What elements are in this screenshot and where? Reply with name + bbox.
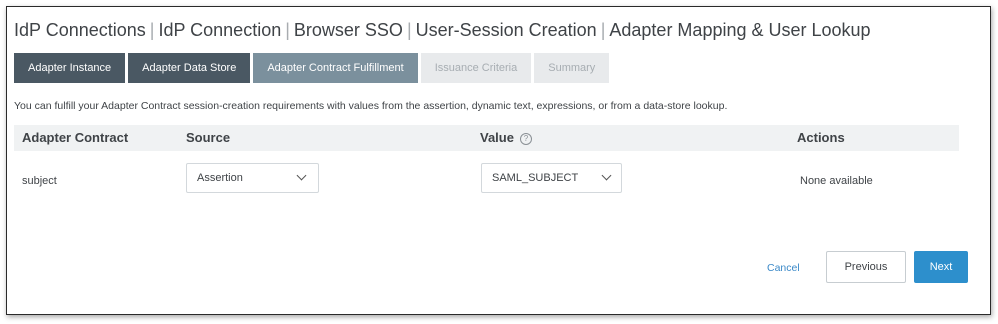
breadcrumb-separator: |	[600, 20, 606, 40]
tab-adapter-data-store[interactable]: Adapter Data Store	[128, 53, 251, 83]
info-icon[interactable]: ?	[519, 133, 532, 145]
source-select-value: Assertion	[197, 172, 243, 184]
cancel-button[interactable]: Cancel	[767, 262, 800, 274]
breadcrumb-item-adapter-mapping: Adapter Mapping & User Lookup	[609, 20, 871, 40]
breadcrumb-separator: |	[285, 20, 290, 40]
breadcrumb-item-idp-connection[interactable]: IdP Connection	[158, 20, 281, 40]
cell-actions: None available	[800, 175, 873, 187]
wizard-tabs: Adapter Instance Adapter Data Store Adap…	[14, 53, 612, 83]
chevron-down-icon	[296, 170, 307, 181]
value-select-value: SAML_SUBJECT	[492, 172, 579, 184]
breadcrumb-item-browser-sso[interactable]: Browser SSO	[294, 20, 403, 40]
column-header-value: Value?	[480, 125, 532, 151]
chevron-down-icon	[601, 170, 612, 181]
column-header-value-label: Value	[480, 130, 514, 145]
column-header-source: Source	[186, 130, 231, 145]
breadcrumb-separator: |	[406, 20, 412, 40]
breadcrumb: IdP Connections | IdP Connection | Browser S…	[14, 20, 871, 41]
column-header-actions: Actions	[797, 130, 845, 145]
tab-summary: Summary	[534, 53, 610, 83]
column-header-adapter-contract: Adapter Contract	[22, 130, 129, 145]
tab-issuance-criteria: Issuance Criteria	[420, 53, 532, 83]
tab-adapter-instance[interactable]: Adapter Instance	[14, 53, 126, 83]
cell-adapter-contract: subject	[22, 175, 57, 187]
breadcrumb-separator: |	[149, 20, 155, 40]
info-text: You can fulfill your Adapter Contract se…	[14, 100, 728, 112]
previous-button[interactable]: Previous	[826, 251, 906, 283]
next-button[interactable]: Next	[914, 251, 968, 283]
table-header: Adapter Contract Source Value? Actions	[14, 125, 959, 151]
tab-adapter-contract-fulfillment[interactable]: Adapter Contract Fulfillment	[253, 53, 418, 83]
breadcrumb-item-user-session-creation[interactable]: User-Session Creation	[416, 20, 597, 40]
value-select[interactable]: SAML_SUBJECT	[481, 163, 622, 193]
source-select[interactable]: Assertion	[186, 163, 319, 193]
breadcrumb-item-idp-connections[interactable]: IdP Connections	[14, 20, 146, 40]
